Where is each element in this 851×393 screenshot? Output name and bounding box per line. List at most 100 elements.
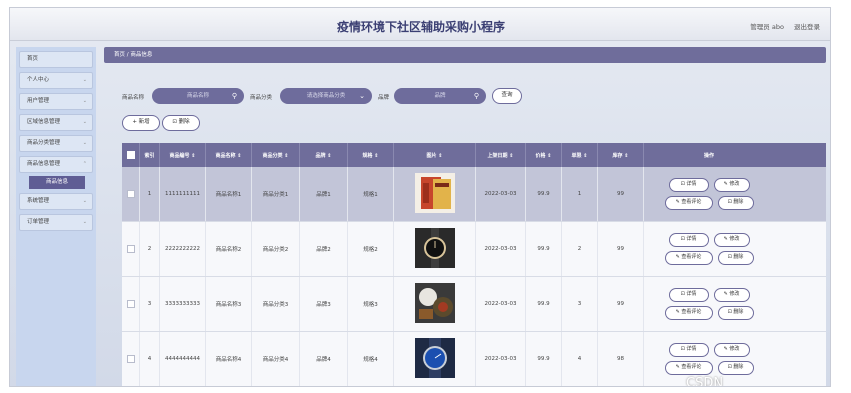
sidebar-item-home[interactable]: 首页 [19,51,93,68]
cell-brand: 品牌4 [300,332,348,386]
cell-name: 商品名称1 [206,167,252,221]
row-select-cell [122,277,140,331]
table-header: 索引 商品编号 ⇕ 商品名称 ⇕ 商品分类 ⇕ 品牌 ⇕ 规格 ⇕ 图片 ⇕ 上… [122,143,826,167]
cell-idx: 1 [140,167,160,221]
row-checkbox[interactable] [126,355,135,363]
cell-limit: 2 [562,222,598,276]
product-image [413,171,457,217]
name-filter-input[interactable]: 商品名称 ⚲ [152,88,244,104]
sidebar-item-label: 个人中心 [27,77,50,83]
sidebar-item-profile[interactable]: 个人中心 ⌄ [19,72,93,89]
view-reviews-button[interactable]: ✎ 查看评论 [664,251,713,265]
category-filter-label: 商品分类 [250,95,273,101]
cell-code: 3333333333 [160,277,206,331]
add-button[interactable]: + 新增 [122,115,160,131]
top-links: 管理员 abo 退出登录 [742,21,820,31]
category-filter-select[interactable]: 请选择商品分类 ⌄ [280,88,372,104]
cell-cat: 商品分类2 [252,222,300,276]
chevron-down-icon: ⌄ [82,119,87,125]
sidebar-item-category[interactable]: 商品分类管理 ⌄ [19,135,93,152]
edit-button[interactable]: ✎ 修改 [713,233,750,247]
row-delete-button[interactable]: ⊡ 删除 [717,196,754,210]
brand-filter-label: 品牌 [378,95,390,101]
cell-spec: 规格3 [348,277,394,331]
edit-button[interactable]: ✎ 修改 [713,343,750,357]
category-filter-placeholder: 请选择商品分类 [306,93,346,99]
sidebar-item-orders[interactable]: 订单管理 ⌄ [19,214,93,231]
cell-brand: 品牌3 [300,277,348,331]
main-content: 首页 / 商品信息 商品名称 商品名称 ⚲ 商品分类 请选择商品分类 ⌄ 品牌 品牌… [104,47,826,386]
row-checkbox[interactable] [126,245,135,253]
col-name[interactable]: 商品名称 ⇕ [206,143,252,167]
row-select-cell [122,332,140,386]
chevron-down-icon: ⌄ [82,77,87,83]
breadcrumb: 首页 / 商品信息 [104,47,826,63]
delete-button[interactable]: ⊡ 删除 [162,115,200,131]
chevron-down-icon: ⌄ [82,140,87,146]
cell-cat: 商品分类4 [252,332,300,386]
select-all-checkbox[interactable] [126,151,135,159]
cell-spec: 规格2 [348,222,394,276]
cell-spec: 规格1 [348,167,394,221]
chevron-down-icon: ⌄ [82,219,87,225]
cell-stock: 99 [598,277,644,331]
edit-button[interactable]: ✎ 修改 [713,178,750,192]
col-limit[interactable]: 单限 ⇕ [562,143,598,167]
cell-idx: 3 [140,277,160,331]
product-image-cell [394,332,476,386]
cell-limit: 1 [562,167,598,221]
sidebar-item-users[interactable]: 用户管理 ⌄ [19,93,93,110]
view-reviews-button[interactable]: ✎ 查看评论 [664,306,713,320]
table-row: 2 2222222222 商品名称2 商品分类2 品牌2 规格2 2022-03-03 99.… [122,222,826,277]
detail-button[interactable]: ⊡ 详情 [668,343,709,357]
col-image[interactable]: 图片 ⇕ [394,143,476,167]
col-ops: 操作 [703,152,714,159]
logout-link[interactable]: 退出登录 [794,23,820,31]
row-checkbox[interactable] [126,300,135,308]
cell-date: 2022-03-03 [476,277,526,331]
product-image-cell [394,222,476,276]
row-delete-button[interactable]: ⊡ 删除 [717,306,754,320]
sidebar-item-product[interactable]: 商品信息管理 ⌃ [19,156,93,173]
search-icon: ⚲ [231,92,237,100]
cell-stock: 98 [598,332,644,386]
view-reviews-button[interactable]: ✎ 查看评论 [664,196,713,210]
detail-button[interactable]: ⊡ 详情 [668,178,709,192]
product-image-cell [394,167,476,221]
row-checkbox[interactable] [126,190,135,198]
product-table: 索引 商品编号 ⇕ 商品名称 ⇕ 商品分类 ⇕ 品牌 ⇕ 规格 ⇕ 图片 ⇕ 上… [122,143,826,386]
row-actions: ⊡ 详情 ✎ 修改 ✎ 查看评论 ⊡ 删除 [644,277,774,331]
sidebar-item-region[interactable]: 区域信息管理 ⌄ [19,114,93,131]
product-image-cell [394,277,476,331]
row-delete-button[interactable]: ⊡ 删除 [717,361,754,375]
col-spec[interactable]: 规格 ⇕ [348,143,394,167]
col-code[interactable]: 商品编号 ⇕ [160,143,206,167]
col-index: 索引 [140,143,160,167]
view-reviews-button[interactable]: ✎ 查看评论 [664,361,713,375]
cell-cat: 商品分类1 [252,167,300,221]
cell-idx: 4 [140,332,160,386]
brand-filter-input[interactable]: 品牌 ⚲ [394,88,486,104]
select-all-cell [122,143,140,167]
sidebar-item-label: 商品信息管理 [27,161,61,167]
col-stock[interactable]: 库存 ⇕ [598,143,644,167]
col-price[interactable]: 价格 ⇕ [526,143,562,167]
cell-name: 商品名称4 [206,332,252,386]
sidebar-item-label: 区域信息管理 [27,119,61,125]
col-category[interactable]: 商品分类 ⇕ [252,143,300,167]
cell-code: 2222222222 [160,222,206,276]
col-brand[interactable]: 品牌 ⇕ [300,143,348,167]
edit-button[interactable]: ✎ 修改 [713,288,750,302]
sidebar-subitem-product-info[interactable]: 商品信息 [29,176,85,189]
brand-filter-placeholder: 品牌 [434,93,446,99]
cell-date: 2022-03-03 [476,167,526,221]
name-filter-label: 商品名称 [122,95,145,101]
cell-code: 4444444444 [160,332,206,386]
row-delete-button[interactable]: ⊡ 删除 [717,251,754,265]
query-button[interactable]: 查询 [492,88,522,104]
sidebar-item-system[interactable]: 系统管理 ⌄ [19,193,93,210]
detail-button[interactable]: ⊡ 详情 [668,288,709,302]
detail-button[interactable]: ⊡ 详情 [668,233,709,247]
cell-price: 99.9 [526,167,562,221]
col-date[interactable]: 上架日期 ⇕ [476,143,526,167]
